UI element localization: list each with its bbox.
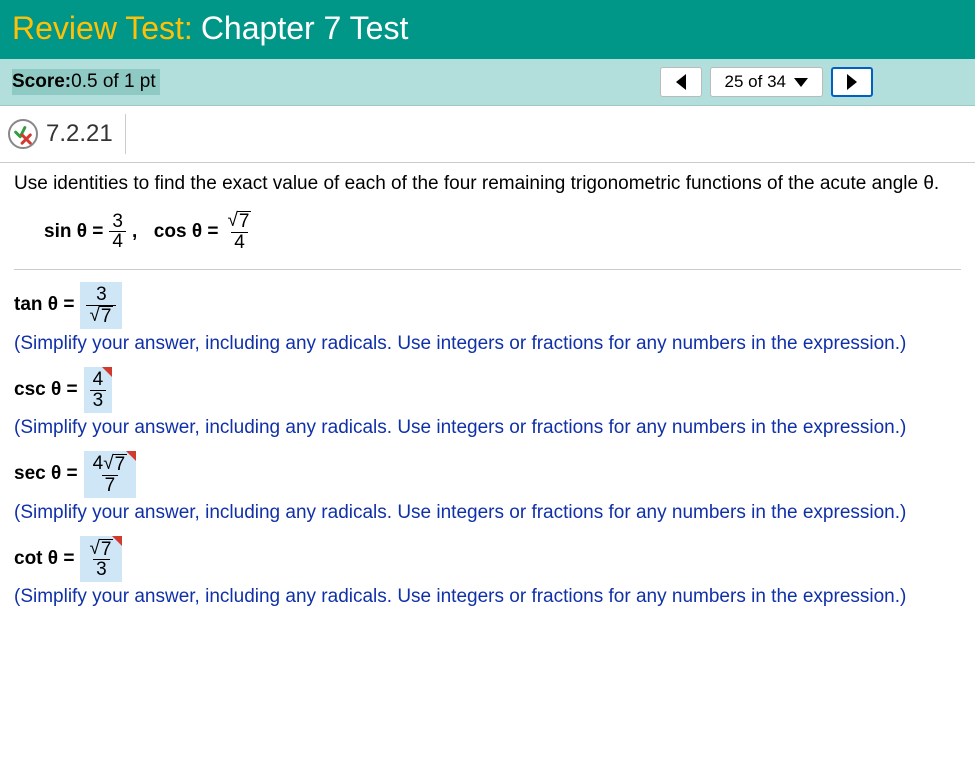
page-header: Review Test: Chapter 7 Test (0, 0, 975, 59)
score-display: Score: 0.5 of 1 pt (12, 69, 160, 95)
tan-answer-block: tan θ = 3 √7 (Simplify your answer, incl… (14, 282, 961, 355)
csc-label: csc θ = (14, 379, 78, 401)
question-navigator: 25 of 34 (660, 67, 873, 97)
tan-label: tan θ = (14, 294, 74, 316)
sec-hint: (Simplify your answer, including any rad… (14, 502, 961, 524)
csc-answer-input[interactable]: 4 3 (84, 367, 113, 413)
prompt-section: Use identities to find the exact value o… (14, 173, 961, 270)
sin-fraction: 3 4 (109, 212, 126, 253)
comma: , (132, 221, 148, 243)
score-nav-bar: Score: 0.5 of 1 pt 25 of 34 (0, 59, 975, 106)
chevron-right-icon (847, 74, 857, 90)
sin-label: sin θ = (44, 221, 103, 243)
next-question-button[interactable] (831, 67, 873, 97)
score-value: 0.5 of 1 pt (71, 71, 156, 93)
header-title: Chapter 7 Test (201, 10, 409, 47)
question-number: 7.2.21 (46, 120, 113, 148)
given-values: sin θ = 3 4 , cos θ = √7 4 (14, 211, 961, 253)
question-position-text: 25 of 34 (725, 72, 786, 92)
cot-label: cot θ = (14, 548, 74, 570)
prev-question-button[interactable] (660, 67, 702, 97)
cot-answer-block: cot θ = √7 3 (Simplify your answer, incl… (14, 536, 961, 609)
tan-hint: (Simplify your answer, including any rad… (14, 333, 961, 355)
question-prompt: Use identities to find the exact value o… (14, 173, 961, 195)
sec-answer-input[interactable]: 4√7 7 (84, 451, 137, 498)
question-id-bar: 7.2.21 (0, 106, 975, 163)
csc-answer-block: csc θ = 4 3 (Simplify your answer, inclu… (14, 367, 961, 439)
chevron-down-icon (794, 78, 808, 87)
cot-answer-input[interactable]: √7 3 (80, 536, 122, 583)
divider (125, 114, 126, 154)
tan-answer-input[interactable]: 3 √7 (80, 282, 122, 329)
question-position-dropdown[interactable]: 25 of 34 (710, 67, 823, 97)
question-content: Use identities to find the exact value o… (0, 163, 975, 618)
cos-label: cos θ = (154, 221, 219, 243)
csc-hint: (Simplify your answer, including any rad… (14, 417, 961, 439)
sec-answer-block: sec θ = 4√7 7 (Simplify your answer, inc… (14, 451, 961, 524)
cos-fraction: √7 4 (224, 211, 254, 253)
header-prefix: Review Test: (12, 10, 193, 47)
sec-label: sec θ = (14, 463, 78, 485)
cot-hint: (Simplify your answer, including any rad… (14, 586, 961, 608)
partial-credit-icon (8, 119, 38, 149)
chevron-left-icon (676, 74, 686, 90)
score-label: Score: (12, 71, 71, 93)
